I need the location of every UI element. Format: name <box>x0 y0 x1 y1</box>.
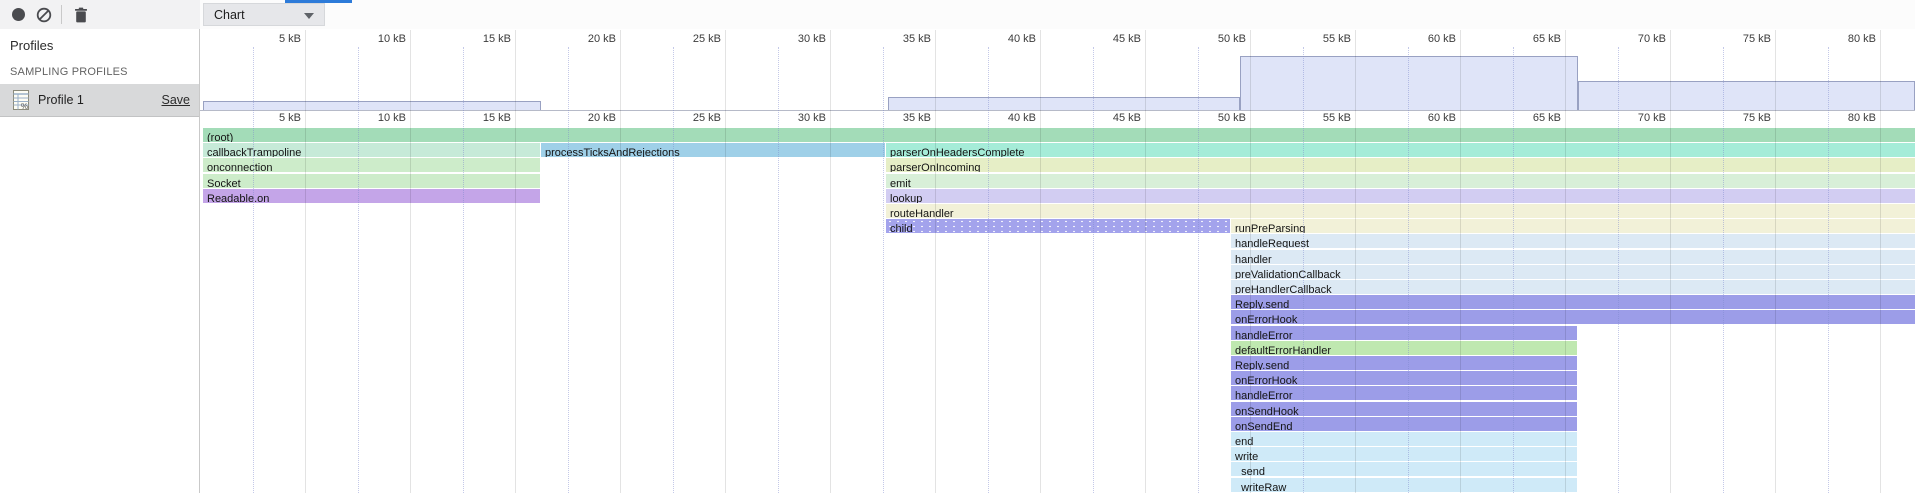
flame-bar-label: handleError <box>1231 389 1292 400</box>
flame-bar[interactable]: Reply.send <box>1231 356 1577 370</box>
profile-document-icon: % <box>13 90 31 110</box>
svg-text:%: % <box>21 102 28 110</box>
clear-button[interactable] <box>33 0 54 29</box>
flame-bar[interactable]: preHandlerCallback <box>1231 280 1915 294</box>
flame-bar[interactable]: routeHandler <box>886 204 1915 218</box>
flame-bar[interactable]: onconnection <box>203 158 540 172</box>
record-button[interactable] <box>8 0 28 29</box>
flame-bar-label: callbackTrampoline <box>203 146 301 157</box>
flame-bar-label: parserOnHeadersComplete <box>886 146 1025 157</box>
flame-bar-label: processTicksAndRejections <box>541 146 680 157</box>
flame-bar[interactable]: runPreParsing <box>1231 219 1915 233</box>
flame-bar[interactable]: onSendEnd <box>1231 417 1577 431</box>
save-profile-link[interactable]: Save <box>162 93 191 107</box>
flame-bar-label: runPreParsing <box>1231 222 1305 233</box>
flame-bar[interactable]: defaultErrorHandler <box>1231 341 1577 355</box>
flame-bar[interactable]: Readable.on <box>203 189 540 203</box>
toolbar: Chart <box>0 0 1915 30</box>
active-tab-indicator <box>285 0 352 3</box>
flame-bar-label: onSendHook <box>1231 405 1299 416</box>
flame-bar-label: routeHandler <box>886 207 954 218</box>
flame-bar-label: handleError <box>1231 329 1292 340</box>
profile-name: Profile 1 <box>38 93 84 107</box>
flame-bar[interactable]: end <box>1231 432 1577 446</box>
flame-bar-label: Reply.send <box>1231 298 1289 309</box>
profiler-panel: Chart Profiles SAMPLING PROFILES % Profi… <box>0 0 1915 493</box>
flame-bar-label: write_ <box>1231 450 1264 461</box>
flame-bar-label: child <box>886 222 913 233</box>
flame-bar-label: handleRequest <box>1231 237 1309 248</box>
record-icon <box>12 8 25 21</box>
chevron-down-icon <box>304 13 314 19</box>
flame-bar[interactable]: write_ <box>1231 447 1577 461</box>
flame-bar[interactable]: onErrorHook <box>1231 371 1577 385</box>
flame-chart-area: (root) callbackTrampoline processTicksAndR… <box>200 29 1915 493</box>
toolbar-separator <box>61 5 62 24</box>
flame-bar-label: Readable.on <box>203 192 269 203</box>
flame-bar[interactable]: lookup <box>886 189 1915 203</box>
flame-bar-label: handler <box>1231 253 1272 264</box>
flame-bar[interactable]: _send <box>1231 462 1577 476</box>
flame-bar[interactable]: onErrorHook <box>1231 310 1915 324</box>
toolbar-left-section <box>0 0 200 29</box>
flame-graph: (root) callbackTrampoline processTicksAndR… <box>200 29 1915 493</box>
flame-bar-label: preValidationCallback <box>1231 268 1341 279</box>
sampling-profiles-header: SAMPLING PROFILES <box>10 66 128 78</box>
flame-bar[interactable]: parserOnHeadersComplete <box>886 143 1915 157</box>
flame-bar-label: emit <box>886 177 911 188</box>
flame-bar[interactable]: handleRequest <box>1231 234 1915 248</box>
flame-bar[interactable]: _writeRaw <box>1231 478 1577 492</box>
flame-bar[interactable]: handleError <box>1231 386 1577 400</box>
flame-bar[interactable]: child <box>886 219 1230 233</box>
flame-bar[interactable]: preValidationCallback <box>1231 265 1915 279</box>
profile-list-item[interactable]: % Profile 1 Save <box>0 84 199 117</box>
sidebar: Profiles SAMPLING PROFILES % Profile 1 S… <box>0 29 200 493</box>
flame-bar[interactable]: Socket <box>203 174 540 188</box>
flame-bar[interactable]: handleError <box>1231 326 1577 340</box>
delete-profile-button[interactable] <box>71 0 91 29</box>
flame-bar[interactable]: Reply.send <box>1231 295 1915 309</box>
flame-bar-label: Socket <box>203 177 241 188</box>
flame-bar-label: parserOnIncoming <box>886 161 981 172</box>
flame-bar-label: preHandlerCallback <box>1231 283 1332 294</box>
flame-bar-label: Reply.send <box>1231 359 1289 370</box>
flame-bar-label: _writeRaw <box>1231 481 1286 492</box>
trash-icon <box>74 7 88 23</box>
view-mode-select[interactable]: Chart <box>203 3 325 26</box>
flame-bar[interactable]: parserOnIncoming <box>886 158 1915 172</box>
flame-bar[interactable]: emit <box>886 174 1915 188</box>
flame-bar-label: onconnection <box>203 161 272 172</box>
flame-bar-label: lookup <box>886 192 922 203</box>
flame-bar[interactable]: (root) <box>203 128 1915 142</box>
flame-bar-label: _send <box>1231 465 1265 476</box>
circle-slash-icon <box>36 7 52 23</box>
flame-bar[interactable]: processTicksAndRejections <box>541 143 885 157</box>
flame-bar-label: onSendEnd <box>1231 420 1293 431</box>
view-mode-value: Chart <box>204 8 245 22</box>
flame-bar[interactable]: handler <box>1231 250 1915 264</box>
flame-bar-label: onErrorHook <box>1231 374 1297 385</box>
flame-bar-label: defaultErrorHandler <box>1231 344 1331 355</box>
sidebar-title: Profiles <box>10 38 53 53</box>
flame-bar[interactable]: onSendHook <box>1231 402 1577 416</box>
flame-bar-label: (root) <box>203 131 233 142</box>
flame-bar-label: onErrorHook <box>1231 313 1297 324</box>
flame-bar-label: end <box>1231 435 1253 446</box>
flame-bar[interactable]: callbackTrampoline <box>203 143 540 157</box>
